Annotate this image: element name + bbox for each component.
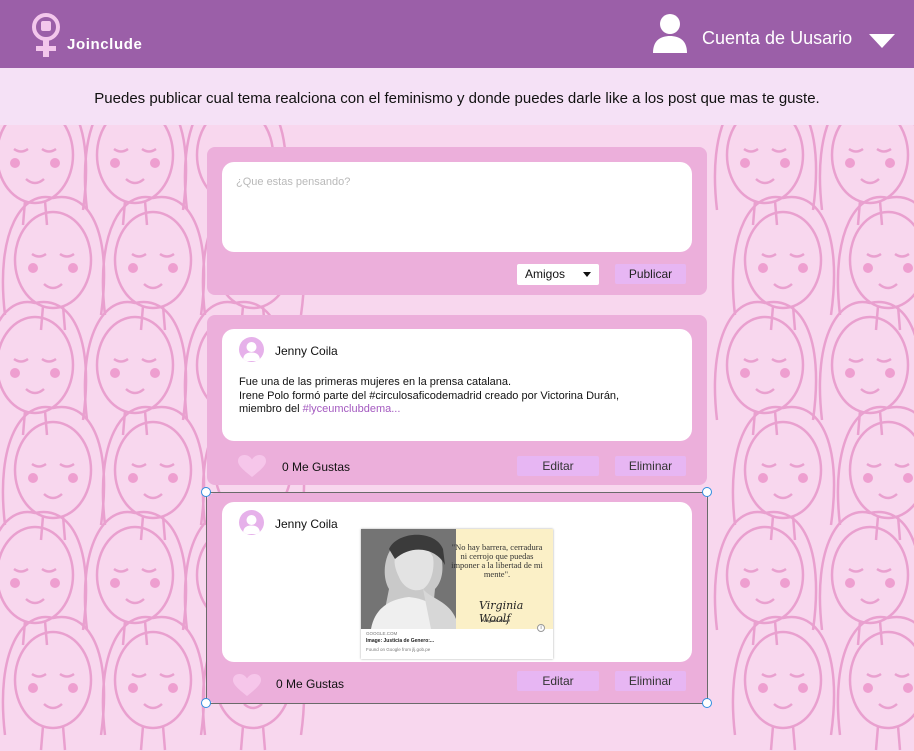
post-card: Jenny Coila "No hay barrera, cerradura n…: [207, 493, 707, 703]
delete-button[interactable]: Eliminar: [615, 671, 686, 691]
hashtag-link[interactable]: #lyceumclubdema...: [303, 403, 401, 415]
post-text-line: Fue una de las primeras mujeres en la pr…: [239, 376, 512, 388]
publish-button[interactable]: Publicar: [615, 264, 686, 284]
preview-image: "No hay barrera, cerradura ni cerrojo qu…: [361, 529, 553, 629]
heart-icon[interactable]: [238, 455, 266, 477]
top-bar: Joinclude Cuenta de Uusario: [0, 0, 914, 68]
avatar-icon[interactable]: [239, 337, 264, 362]
post-content: Jenny Coila Fue una de las primeras muje…: [222, 329, 692, 441]
delete-button[interactable]: Eliminar: [615, 456, 686, 476]
audience-select[interactable]: Amigos: [517, 264, 599, 285]
resize-handle[interactable]: [201, 698, 211, 708]
post-content: Jenny Coila "No hay barrera, cerradura n…: [222, 502, 692, 662]
post-footer: 0 Me Gustas Editar Eliminar: [207, 671, 707, 696]
edit-button[interactable]: Editar: [517, 671, 599, 691]
avatar-icon[interactable]: [239, 510, 264, 535]
edit-button[interactable]: Editar: [517, 456, 599, 476]
brand-name[interactable]: Joinclude: [67, 36, 142, 53]
info-icon[interactable]: i: [537, 624, 545, 632]
post-text: Fue una de las primeras mujeres en la pr…: [239, 376, 673, 417]
post-card: Jenny Coila Fue una de las primeras muje…: [207, 315, 707, 485]
likes-count: 0 Me Gustas: [276, 677, 345, 691]
post-input[interactable]: [222, 162, 692, 252]
post-text-line: Irene Polo formó parte del #circulosafic…: [239, 389, 620, 402]
chevron-down-icon[interactable]: [869, 34, 895, 48]
preview-quote: "No hay barrera, cerradura ni cerrojo qu…: [451, 542, 543, 579]
post-author[interactable]: Jenny Coila: [275, 517, 338, 531]
likes-count: 0 Me Gustas: [282, 460, 351, 474]
resize-handle[interactable]: [201, 487, 211, 497]
user-icon[interactable]: [652, 12, 688, 54]
resize-handle[interactable]: [702, 698, 712, 708]
post-text-prefix: miembro del: [239, 403, 303, 415]
logo-icon[interactable]: [30, 13, 62, 59]
info-text: Puedes publicar cual tema realciona con …: [94, 90, 820, 107]
link-preview[interactable]: "No hay barrera, cerradura ni cerrojo qu…: [361, 529, 553, 659]
resize-handle[interactable]: [702, 487, 712, 497]
post-author[interactable]: Jenny Coila: [275, 344, 338, 358]
info-bar: Puedes publicar cual tema realciona con …: [0, 68, 914, 125]
heart-icon[interactable]: [233, 674, 261, 696]
composer-card: Amigos Publicar: [207, 147, 707, 295]
preview-title[interactable]: Image: Justicia de Genero:...: [366, 638, 434, 644]
caret-down-icon: [583, 272, 591, 277]
audience-selected: Amigos: [525, 267, 566, 281]
preview-signature-name: Virginia Woolf: [483, 618, 510, 623]
preview-source: GOOGLE.COM: [366, 631, 398, 636]
post-footer: 0 Me Gustas Editar Eliminar: [207, 454, 707, 478]
account-label[interactable]: Cuenta de Uusario: [702, 28, 852, 49]
post-text-line: miembro del #lyceumclubdema...: [239, 403, 673, 417]
preview-found: Found on Google from jlj.gob.pe: [366, 647, 431, 652]
